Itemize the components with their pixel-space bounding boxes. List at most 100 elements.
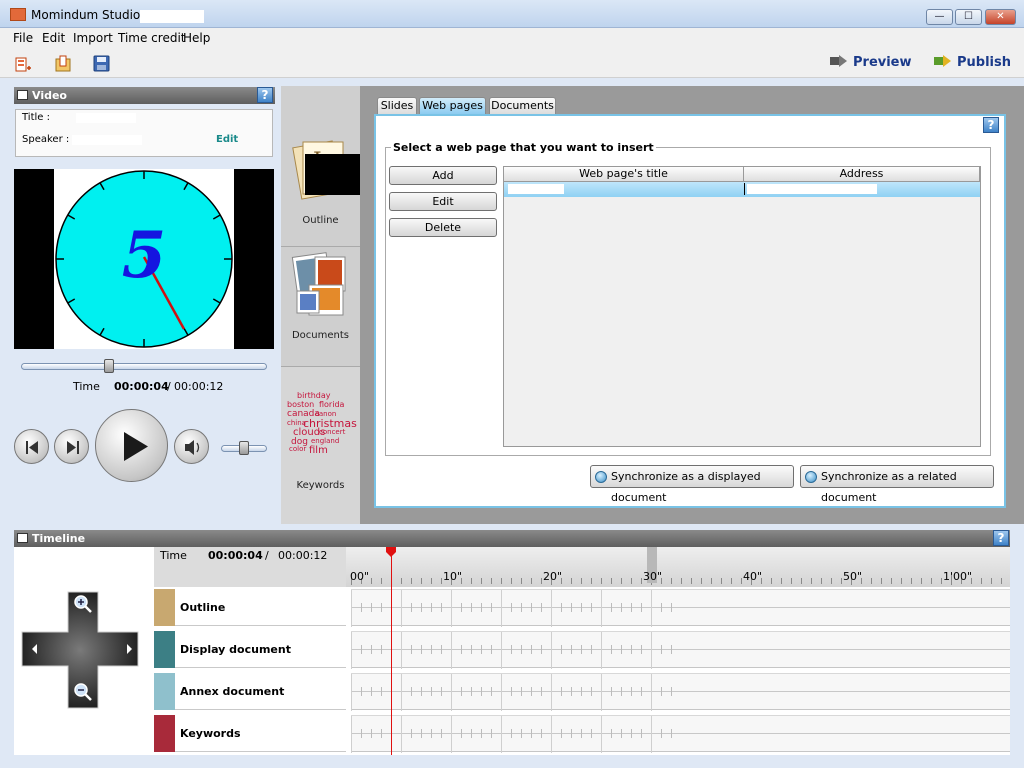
new-project-icon[interactable]: [15, 55, 32, 72]
open-project-icon[interactable]: [55, 55, 72, 72]
video-help-button[interactable]: ?: [257, 87, 273, 103]
track-name-keywords[interactable]: Keywords: [154, 715, 346, 752]
menu-file[interactable]: File: [13, 31, 33, 45]
lane-tick: [371, 687, 372, 696]
save-icon[interactable]: [93, 55, 110, 72]
lane-tick: [571, 687, 572, 696]
tab-documents[interactable]: Documents: [489, 97, 556, 114]
track-color-swatch: [154, 673, 175, 710]
lane-tick: [351, 632, 352, 669]
ruler-tick: [781, 578, 782, 584]
lane-tick: [351, 716, 352, 753]
lane-tick: [381, 603, 382, 612]
ruler-tick: [621, 578, 622, 584]
table-row[interactable]: [504, 182, 980, 197]
preview-button[interactable]: Preview: [830, 54, 912, 70]
lane-tick: [671, 687, 672, 696]
web-pages-table[interactable]: [503, 166, 981, 447]
ruler-tick: [691, 578, 692, 584]
ruler-tick: [531, 578, 532, 584]
track-lane[interactable]: [351, 673, 1010, 711]
lane-tick: [461, 729, 462, 738]
ruler-tick: [571, 578, 572, 584]
lane-tick: [451, 674, 452, 711]
lane-tick: [471, 729, 472, 738]
ruler-tick: [611, 578, 612, 584]
sync-displayed-button[interactable]: Synchronize as a displayed document: [590, 465, 794, 504]
edit-button[interactable]: Edit: [389, 192, 497, 211]
documents-section[interactable]: Documents: [281, 246, 360, 366]
col-header-title[interactable]: Web page's title: [504, 167, 744, 182]
lane-tick: [651, 674, 652, 711]
webpages-help-button[interactable]: ?: [983, 117, 999, 133]
menu-time-credit[interactable]: Time credit: [118, 31, 186, 45]
lane-tick: [371, 645, 372, 654]
ruler-tick: [981, 578, 982, 584]
track-lane[interactable]: [351, 715, 1010, 753]
speaker-value[interactable]: [72, 135, 142, 145]
track-name-annex-document[interactable]: Annex document: [154, 673, 346, 710]
track-lane[interactable]: [351, 631, 1010, 669]
keywords-section[interactable]: birthday boston florida canada canon china chr…: [281, 366, 360, 524]
lane-tick: [521, 687, 522, 696]
previous-button[interactable]: [14, 429, 49, 464]
add-button[interactable]: Add: [389, 166, 497, 185]
play-button[interactable]: [95, 409, 168, 482]
documents-photos-icon: [291, 252, 346, 316]
lane-tick: [401, 590, 402, 627]
lane-tick: [591, 729, 592, 738]
playhead-marker-icon[interactable]: [385, 546, 397, 558]
publish-button[interactable]: Publish: [934, 54, 1011, 70]
sync-related-button[interactable]: Synchronize as a related document: [800, 465, 994, 504]
lane-tick: [601, 716, 602, 753]
delete-button[interactable]: Delete: [389, 218, 497, 237]
lane-tick: [401, 674, 402, 711]
timeline-help-button[interactable]: ?: [993, 530, 1009, 546]
maximize-button[interactable]: ☐: [955, 9, 982, 25]
ruler-tick: [741, 578, 742, 584]
next-button[interactable]: [54, 429, 89, 464]
lane-tick: [361, 729, 362, 738]
video-preview[interactable]: 5: [14, 169, 274, 349]
zoom-in-icon[interactable]: [73, 594, 93, 614]
lane-tick: [491, 687, 492, 696]
lane-tick: [411, 603, 412, 612]
playhead[interactable]: [391, 547, 392, 755]
lane-tick: [561, 645, 562, 654]
title-value[interactable]: [76, 113, 136, 123]
volume-handle[interactable]: [239, 441, 249, 455]
ruler-tick: [911, 578, 912, 584]
track-name-outline[interactable]: Outline: [154, 589, 346, 626]
lane-tick: [381, 645, 382, 654]
seek-handle[interactable]: [103, 359, 114, 373]
outline-section[interactable]: I Outline: [281, 86, 438, 246]
close-button[interactable]: ✕: [985, 9, 1016, 25]
menu-edit[interactable]: Edit: [42, 31, 65, 45]
lane-tick: [641, 729, 642, 738]
lane-tick: [551, 590, 552, 627]
lane-tick: [491, 729, 492, 738]
row-address-cell: [747, 184, 877, 194]
tab-web-pages[interactable]: Web pages: [419, 97, 486, 114]
lane-tick: [421, 687, 422, 696]
lane-tick: [531, 645, 532, 654]
volume-button[interactable]: [174, 429, 209, 464]
lane-tick: [591, 645, 592, 654]
track-lane[interactable]: [351, 589, 1010, 627]
seek-bar[interactable]: [21, 363, 267, 370]
tab-slides[interactable]: Slides: [377, 97, 417, 114]
edit-speaker-link[interactable]: Edit: [216, 134, 238, 145]
menu-help[interactable]: Help: [183, 31, 210, 45]
menu-import[interactable]: Import: [73, 31, 113, 45]
ruler-tick: [401, 578, 402, 584]
lane-tick: [561, 603, 562, 612]
zoom-out-icon[interactable]: [73, 682, 93, 702]
lane-tick: [651, 632, 652, 669]
lane-tick: [471, 687, 472, 696]
col-header-address[interactable]: Address: [744, 167, 980, 182]
lane-tick: [551, 716, 552, 753]
minimize-button[interactable]: —: [926, 9, 953, 25]
lane-tick: [621, 687, 622, 696]
lane-tick: [671, 729, 672, 738]
track-name-display-document[interactable]: Display document: [154, 631, 346, 668]
